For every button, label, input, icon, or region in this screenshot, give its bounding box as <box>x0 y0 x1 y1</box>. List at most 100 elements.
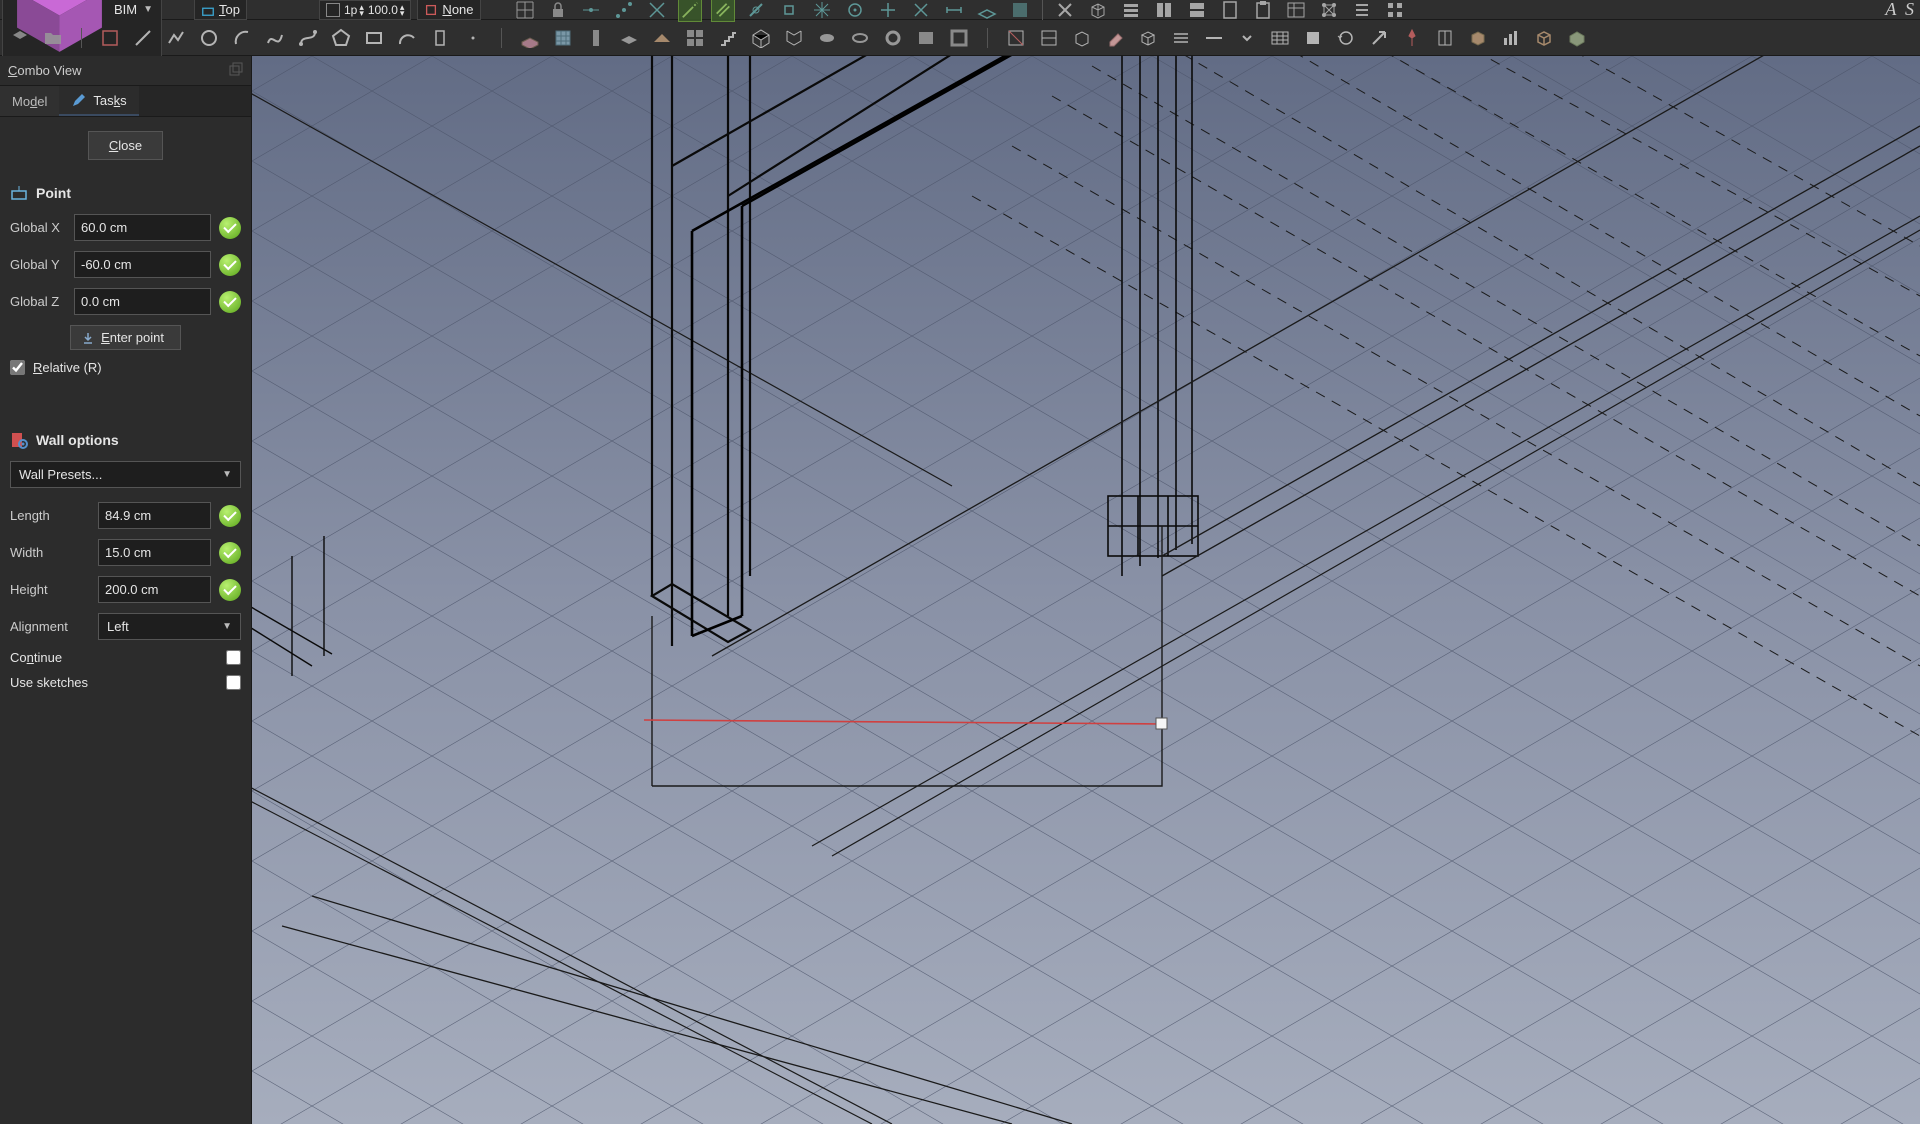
working-plane-selector[interactable]: Top <box>194 0 247 20</box>
stack-icon-3[interactable] <box>1185 0 1209 22</box>
space-icon[interactable] <box>749 26 773 50</box>
shape1-icon[interactable] <box>815 26 839 50</box>
global-z-input[interactable] <box>74 288 211 315</box>
shape3-icon[interactable] <box>881 26 905 50</box>
autogroup-field[interactable]: None <box>417 0 480 20</box>
snap-midpoint-icon[interactable] <box>579 0 603 22</box>
chart-icon[interactable] <box>1499 26 1523 50</box>
grid-icon[interactable] <box>1383 0 1407 22</box>
window-icon[interactable] <box>683 26 707 50</box>
snap-special-icon[interactable] <box>744 0 768 22</box>
check-icon[interactable] <box>219 291 241 313</box>
3d-viewport[interactable] <box>252 56 1920 1124</box>
iso-icon[interactable] <box>1070 26 1094 50</box>
column-icon[interactable] <box>584 26 608 50</box>
snap-dimensions-icon[interactable] <box>942 0 966 22</box>
sketch-icon[interactable] <box>98 26 122 50</box>
line-icon[interactable] <box>131 26 155 50</box>
snap-lock-icon[interactable] <box>546 0 570 22</box>
enter-point-button[interactable]: Enter point <box>70 325 181 350</box>
stack-icon-1[interactable] <box>1119 0 1143 22</box>
box-icon[interactable] <box>1086 0 1110 22</box>
snap-parallel-icon[interactable] <box>711 0 735 22</box>
plan-icon[interactable] <box>1037 26 1061 50</box>
eraser-icon[interactable] <box>1103 26 1127 50</box>
box3d-icon[interactable] <box>1466 26 1490 50</box>
combo-view-panel: Combo View Model Tasks Close Point Globa… <box>0 56 252 1124</box>
spline-icon[interactable] <box>263 26 287 50</box>
circle-icon[interactable] <box>197 26 221 50</box>
slab-icon[interactable] <box>617 26 641 50</box>
package-icon[interactable] <box>1532 26 1556 50</box>
level-icon[interactable] <box>1169 26 1193 50</box>
width-input[interactable] <box>98 539 211 566</box>
shape2-icon[interactable] <box>848 26 872 50</box>
global-x-input[interactable] <box>74 214 211 241</box>
h-line-icon[interactable] <box>1202 26 1226 50</box>
close-button[interactable]: Close <box>88 131 163 160</box>
tab-model[interactable]: Model <box>0 86 59 116</box>
global-y-input[interactable] <box>74 251 211 278</box>
snap-perpendicular-icon[interactable] <box>612 0 636 22</box>
dropdown-icon[interactable] <box>1235 26 1259 50</box>
polygon-icon[interactable] <box>329 26 353 50</box>
clipboard-icon[interactable] <box>1251 0 1275 22</box>
list-icon[interactable] <box>1350 0 1374 22</box>
table-icon[interactable] <box>1268 26 1292 50</box>
stairs-icon[interactable] <box>716 26 740 50</box>
folder-icon[interactable] <box>41 26 65 50</box>
page-icon[interactable] <box>1218 0 1242 22</box>
check-icon[interactable] <box>219 579 241 601</box>
wall-icon[interactable] <box>518 26 542 50</box>
polyline-icon[interactable] <box>164 26 188 50</box>
snap-toggle-grid-icon[interactable] <box>1008 0 1032 22</box>
continue-checkbox[interactable] <box>226 650 241 665</box>
alignment-combo[interactable]: Left ▼ <box>98 613 241 640</box>
check-icon[interactable] <box>219 254 241 276</box>
check-icon[interactable] <box>219 542 241 564</box>
check-icon[interactable] <box>219 217 241 239</box>
length-input[interactable] <box>98 502 211 529</box>
snap-grid-icon[interactable] <box>513 0 537 22</box>
frame-icon[interactable] <box>947 26 971 50</box>
roof-icon[interactable] <box>650 26 674 50</box>
structure-icon[interactable] <box>782 26 806 50</box>
door-icon[interactable] <box>428 26 452 50</box>
container-icon[interactable] <box>1565 26 1589 50</box>
snap-intersection-icon[interactable] <box>645 0 669 22</box>
check-icon[interactable] <box>219 505 241 527</box>
style-field[interactable]: 1p▴▾ 100.0▴▾ <box>319 0 411 20</box>
bezier-icon[interactable] <box>296 26 320 50</box>
snap-endpoint-icon[interactable] <box>909 0 933 22</box>
arc-icon[interactable] <box>230 26 254 50</box>
book-icon[interactable] <box>1433 26 1457 50</box>
snap-angle-icon[interactable] <box>876 0 900 22</box>
snap-center-icon[interactable] <box>843 0 867 22</box>
arc3pt-icon[interactable] <box>395 26 419 50</box>
pin-icon[interactable] <box>1400 26 1424 50</box>
stack-icon-2[interactable] <box>1152 0 1176 22</box>
detach-icon[interactable] <box>229 62 243 79</box>
cube-icon[interactable] <box>1136 26 1160 50</box>
relative-checkbox[interactable] <box>10 360 25 375</box>
snap-near-icon[interactable] <box>777 0 801 22</box>
shape-icon[interactable] <box>8 26 32 50</box>
wall-presets-combo[interactable]: Wall Presets... ▼ <box>10 461 241 488</box>
arrow-icon[interactable] <box>1367 26 1391 50</box>
cube2-icon[interactable] <box>1301 26 1325 50</box>
cut-icon[interactable] <box>1053 0 1077 22</box>
snap-workingplane-icon[interactable] <box>975 0 999 22</box>
snap-ortho-icon[interactable] <box>810 0 834 22</box>
more-icon[interactable] <box>461 26 485 50</box>
tab-tasks[interactable]: Tasks <box>59 86 138 116</box>
panel-icon[interactable] <box>914 26 938 50</box>
snap-extension-icon[interactable] <box>678 0 702 22</box>
rectangle-icon[interactable] <box>362 26 386 50</box>
rotate-icon[interactable] <box>1334 26 1358 50</box>
curtainwall-icon[interactable] <box>551 26 575 50</box>
network-icon[interactable] <box>1317 0 1341 22</box>
use-sketches-checkbox[interactable] <box>226 675 241 690</box>
section-icon[interactable] <box>1004 26 1028 50</box>
height-input[interactable] <box>98 576 211 603</box>
spreadsheet-icon[interactable] <box>1284 0 1308 22</box>
